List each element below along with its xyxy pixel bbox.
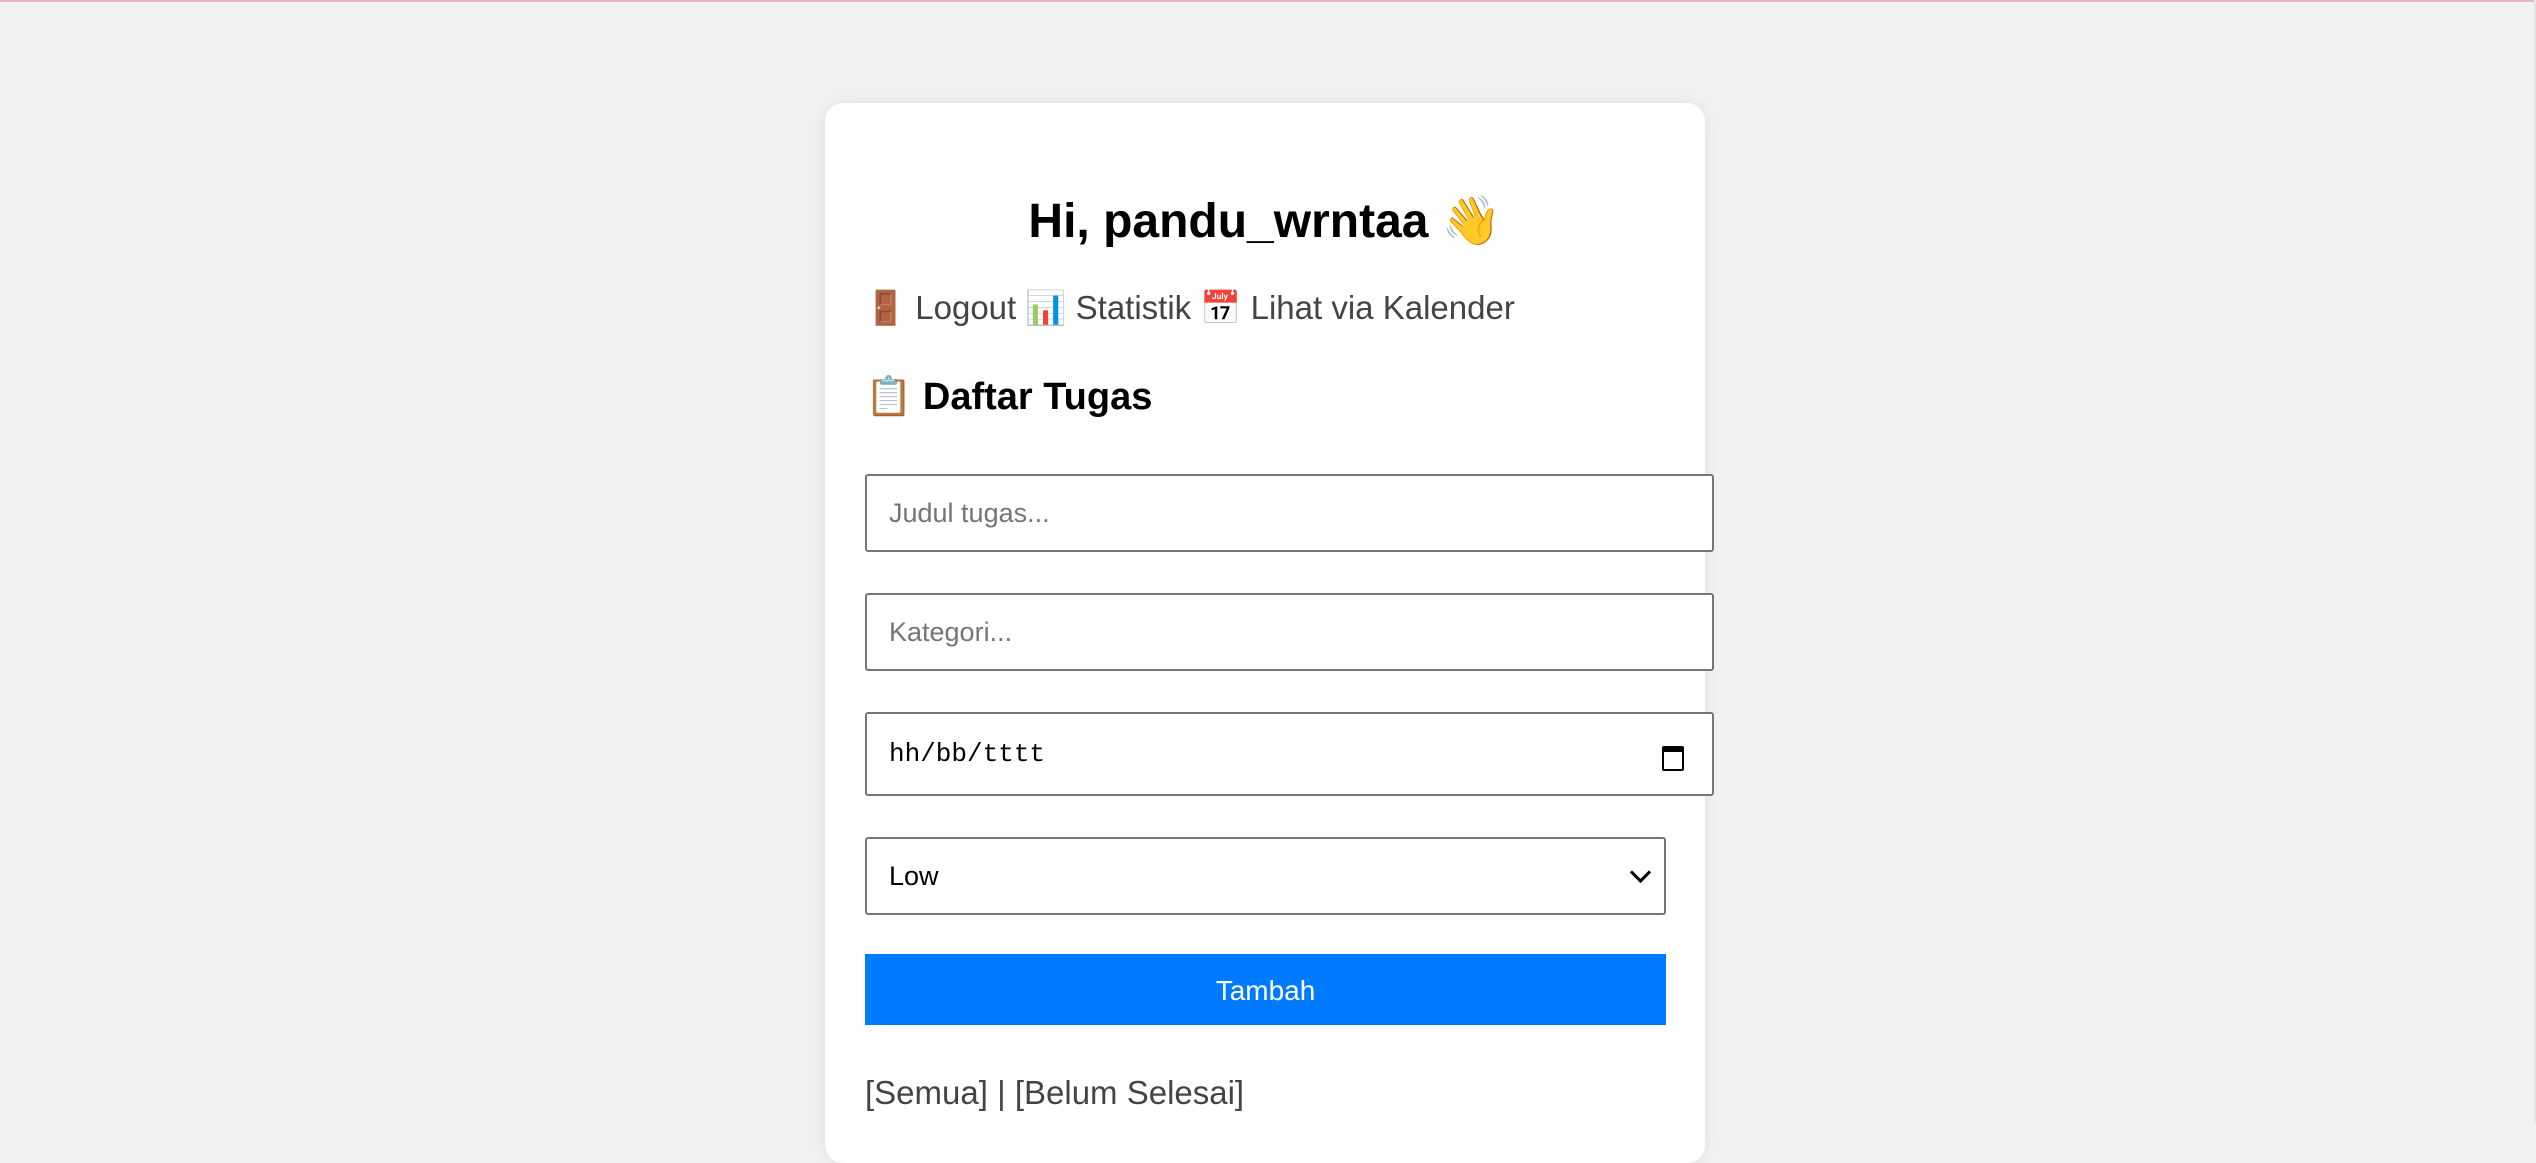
section-title: 📋 Daftar Tugas [865, 371, 1152, 422]
due-date-input[interactable]: hh/bb/tttt [865, 712, 1714, 796]
date-placeholder: hh/bb/tttt [889, 739, 1046, 769]
bar-chart-icon: 📊 [1025, 288, 1067, 327]
door-icon: 🚪 [865, 288, 907, 327]
calendar-picker-icon[interactable] [1662, 743, 1684, 771]
filter-pending-link[interactable]: [Belum Selesai] [1015, 1074, 1244, 1111]
filter-all-link[interactable]: [Semua] [865, 1074, 988, 1111]
statistics-label: Statistik [1075, 289, 1192, 326]
nav-links: 🚪 Logout 📊 Statistik 📅 Lihat via Kalende… [865, 288, 1515, 328]
logout-link[interactable]: 🚪 Logout [865, 288, 1017, 327]
top-border [0, 0, 2536, 2]
task-category-input[interactable] [865, 593, 1714, 671]
greeting-text: Hi, pandu_wrntaa [1028, 195, 1429, 248]
add-task-button[interactable]: Tambah [865, 954, 1666, 1025]
filter-separator: | [997, 1074, 1006, 1111]
task-filters: [Semua] | [Belum Selesai] [865, 1073, 1244, 1113]
greeting-heading: Hi, pandu_wrntaa 👋 [825, 191, 1705, 252]
priority-selected-value: Low [889, 860, 939, 891]
calendar-link[interactable]: 📅 Lihat via Kalender [1200, 288, 1515, 327]
task-title-input[interactable] [865, 474, 1714, 552]
calendar-icon: 📅 [1200, 288, 1242, 327]
task-card: Hi, pandu_wrntaa 👋 🚪 Logout 📊 Statistik … [825, 103, 1714, 1163]
section-title-text: Daftar Tugas [922, 376, 1153, 418]
priority-select[interactable]: Low [865, 837, 1666, 915]
chevron-down-icon [1629, 861, 1652, 883]
logout-label: Logout [915, 289, 1017, 326]
waving-hand-icon: 👋 [1441, 193, 1502, 249]
calendar-label: Lihat via Kalender [1250, 289, 1515, 326]
statistics-link[interactable]: 📊 Statistik [1025, 288, 1192, 327]
clipboard-icon: 📋 [865, 374, 913, 418]
